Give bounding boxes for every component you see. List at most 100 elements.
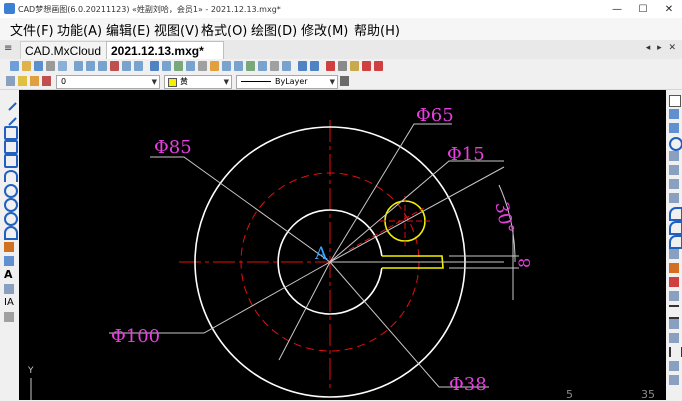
zoom-window-icon[interactable]: [86, 61, 95, 71]
dim-baseline-icon[interactable]: [669, 347, 682, 357]
menu-help[interactable]: 帮助(H): [354, 20, 400, 39]
erase-icon[interactable]: [669, 95, 681, 107]
text-style-icon[interactable]: [270, 61, 279, 71]
tab-menu-icon[interactable]: ≡: [4, 43, 12, 54]
settings-icon[interactable]: [338, 61, 347, 71]
rotate-icon[interactable]: [669, 179, 679, 189]
rectangle-icon[interactable]: [4, 154, 18, 168]
dim-radius-icon[interactable]: [669, 333, 679, 343]
zoom-extents-icon[interactable]: [98, 61, 107, 71]
text-icon[interactable]: A: [4, 269, 14, 280]
scale-icon[interactable]: [669, 193, 679, 203]
pdf-icon[interactable]: [362, 61, 371, 71]
ellipse-arc-icon[interactable]: [4, 226, 18, 240]
new-icon[interactable]: [10, 61, 19, 71]
tab-label: 2021.12.13.mxg*: [111, 43, 204, 58]
tab-cad-mxcloud[interactable]: CAD.MxCloud: [20, 41, 114, 59]
title-bar: CAD梦想画图(6.0.20211123) «姓副刘哈，会员1» - 2021.…: [0, 0, 682, 19]
menu-modify[interactable]: 修改(M): [301, 20, 348, 39]
spline-icon[interactable]: [4, 198, 18, 212]
print-icon[interactable]: [46, 61, 55, 71]
properties-icon[interactable]: [162, 61, 171, 71]
linetype-value: ByLayer: [275, 77, 308, 86]
menu-draw[interactable]: 绘图(D): [251, 20, 297, 39]
undo-icon[interactable]: [298, 61, 307, 71]
break-icon[interactable]: [669, 249, 679, 259]
open-icon[interactable]: [22, 61, 31, 71]
block-icon[interactable]: [246, 61, 255, 71]
insert-block-icon[interactable]: [4, 242, 14, 252]
layer-select[interactable]: 0 ▼: [56, 75, 160, 89]
maximize-button[interactable]: ☐: [630, 0, 656, 18]
stretch-icon[interactable]: [669, 207, 682, 221]
color-select[interactable]: 黄 ▼: [164, 75, 232, 89]
chamfer-icon[interactable]: [669, 263, 679, 273]
zoom-realtime-icon[interactable]: [74, 61, 83, 71]
cut-icon[interactable]: [210, 61, 219, 71]
linetype-select[interactable]: ByLayer ▼: [236, 75, 338, 89]
offset-icon[interactable]: [669, 137, 682, 151]
trim-icon[interactable]: [669, 221, 682, 235]
redo-icon[interactable]: [310, 61, 319, 71]
layers-icon[interactable]: [150, 61, 159, 71]
arc-icon[interactable]: [4, 170, 18, 182]
menu-view[interactable]: 视图(V): [154, 20, 199, 39]
dim-linear-icon[interactable]: [669, 305, 679, 319]
layer-manager-icon[interactable]: [6, 76, 15, 86]
fillet-icon[interactable]: [669, 277, 679, 287]
status-number-5: 5: [566, 388, 573, 401]
mtext-icon[interactable]: IA: [4, 298, 14, 308]
save-icon[interactable]: [34, 61, 43, 71]
match-properties-icon[interactable]: [174, 61, 183, 71]
close-button[interactable]: ✕: [656, 0, 682, 18]
app-icon: [4, 3, 15, 14]
tab-scroll-close-icons[interactable]: ◂ ▸ ✕: [646, 43, 678, 53]
explode-icon[interactable]: [669, 291, 679, 301]
dim-style-icon[interactable]: [282, 61, 291, 71]
move-icon[interactable]: [669, 165, 679, 175]
copy-icon[interactable]: [222, 61, 231, 71]
make-block-icon[interactable]: [4, 256, 14, 266]
minimize-button[interactable]: —: [604, 0, 630, 18]
print-preview-icon[interactable]: [58, 61, 67, 71]
tab-current-drawing[interactable]: 2021.12.13.mxg*: [106, 41, 224, 59]
menu-format[interactable]: 格式(O): [201, 20, 247, 39]
ellipse-icon[interactable]: [4, 212, 18, 226]
dim-angular-icon[interactable]: [669, 375, 679, 385]
zoom-out-icon[interactable]: [134, 61, 143, 71]
plugin-icon[interactable]: [326, 61, 335, 71]
copy-object-icon[interactable]: [669, 109, 679, 119]
phi38-leader: [329, 261, 489, 388]
layer-state-icon[interactable]: [18, 76, 27, 86]
extend-icon[interactable]: [669, 235, 682, 249]
table-icon[interactable]: [4, 312, 14, 322]
hatch-icon[interactable]: [4, 284, 14, 294]
layer-lock-icon[interactable]: [30, 76, 39, 86]
tab-label: CAD.MxCloud: [25, 43, 102, 58]
center-label-a: A: [315, 244, 328, 264]
image-icon[interactable]: [350, 61, 359, 71]
polyline-icon[interactable]: [4, 126, 18, 140]
area-icon[interactable]: [198, 61, 207, 71]
construction-line-icon[interactable]: [1, 110, 17, 126]
polygon-icon[interactable]: [4, 140, 18, 154]
menu-edit[interactable]: 编辑(E): [106, 20, 150, 39]
export-icon[interactable]: [374, 61, 383, 71]
dim-aligned-icon[interactable]: [669, 319, 679, 329]
array-icon[interactable]: [669, 151, 679, 161]
dim-phi38: Φ38: [449, 374, 487, 395]
layer-color-icon[interactable]: [42, 76, 51, 86]
menu-function[interactable]: 功能(A): [57, 20, 102, 39]
drawing-canvas[interactable]: Φ65 Φ85 Φ15 30° 8 Φ100 Φ38 A 5 35 Y: [19, 90, 666, 401]
paste-icon[interactable]: [234, 61, 243, 71]
pan-icon[interactable]: [110, 61, 119, 71]
line-icon[interactable]: [1, 95, 17, 111]
zoom-in-icon[interactable]: [122, 61, 131, 71]
mirror-icon[interactable]: [669, 123, 679, 133]
distance-icon[interactable]: [186, 61, 195, 71]
lineweight-icon[interactable]: [340, 76, 349, 86]
menu-file[interactable]: 文件(F): [10, 20, 54, 39]
dim-continue-icon[interactable]: [669, 361, 679, 371]
circle-icon[interactable]: [4, 184, 18, 198]
insert-icon[interactable]: [258, 61, 267, 71]
